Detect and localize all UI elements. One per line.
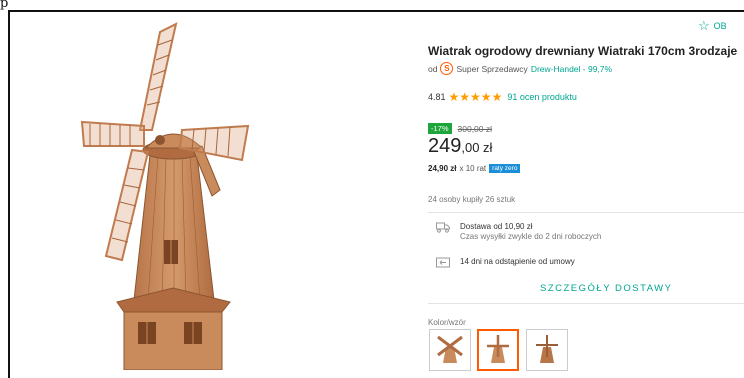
shipping-time: Czas wysyłki zwykle do 2 dni roboczych [460,232,602,241]
bought-info: 24 osoby kupiły 26 sztuk [428,195,516,204]
installment-amount: 24,90 zł [428,164,457,173]
star-outline-icon: ☆ [698,18,710,33]
discount-row: -17% 300,00 zł [428,123,492,134]
divider [428,303,744,304]
returns-row: 14 dni na odstąpienie od umowy [436,257,575,268]
reviews-link[interactable]: 91 ocen produktu [507,92,577,102]
installment-info: 24,90 zł x 10 rat raty zero [428,164,521,173]
seller-info: od S Super Sprzedawcy Drew-Handel - 99,7… [428,62,612,75]
price-cents: ,00 zł [461,140,493,155]
installment-badge[interactable]: raty zero [489,164,521,173]
super-seller-icon: S [440,62,454,75]
product-title: Wiatrak ogrodowy drewniany Wiatraki 170c… [428,44,738,58]
variant-swatch-selected[interactable] [477,329,519,371]
observe-button[interactable]: ☆ OB [698,18,727,34]
rating-value: 4.81 [428,92,446,102]
shipping-title: Dostawa od 10,90 zł [460,222,533,231]
windmill-thumbnail-icon [437,335,463,363]
observe-label: OB [713,21,727,31]
shop-link[interactable]: Drew-Handel - 99,7% [531,64,612,74]
truck-icon [436,222,450,233]
variant-swatch[interactable] [526,329,568,371]
product-main-image[interactable] [62,10,292,370]
discount-badge: -17% [428,123,452,134]
shipping-row: Dostawa od 10,90 zł Czas wysyłki zwykle … [436,222,601,241]
window-top-strip: p [0,0,744,11]
old-price: 300,00 zł [457,123,493,134]
variant-label: Kolor/wzór [428,318,466,327]
delivery-details-link[interactable]: SZCZEGÓŁY DOSTAWY [540,283,672,294]
returns-text: 14 dni na odstąpienie od umowy [460,257,575,266]
rating-stars-icon: ★★★★★ [448,90,503,104]
windmill-thumbnail-icon [487,335,509,363]
product-rating[interactable]: 4.81 ★★★★★ 91 ocen produktu [428,90,577,104]
return-box-icon [436,257,450,268]
windmill-thumbnail-icon [536,335,558,363]
installment-count: x 10 rat [459,164,487,173]
current-price: 249,00 zł [428,135,492,158]
seller-prefix: od [428,63,438,74]
variant-swatch[interactable] [429,329,471,371]
seller-program[interactable]: Super Sprzedawcy [456,64,527,74]
divider [428,212,744,213]
price-main: 249 [428,135,462,157]
